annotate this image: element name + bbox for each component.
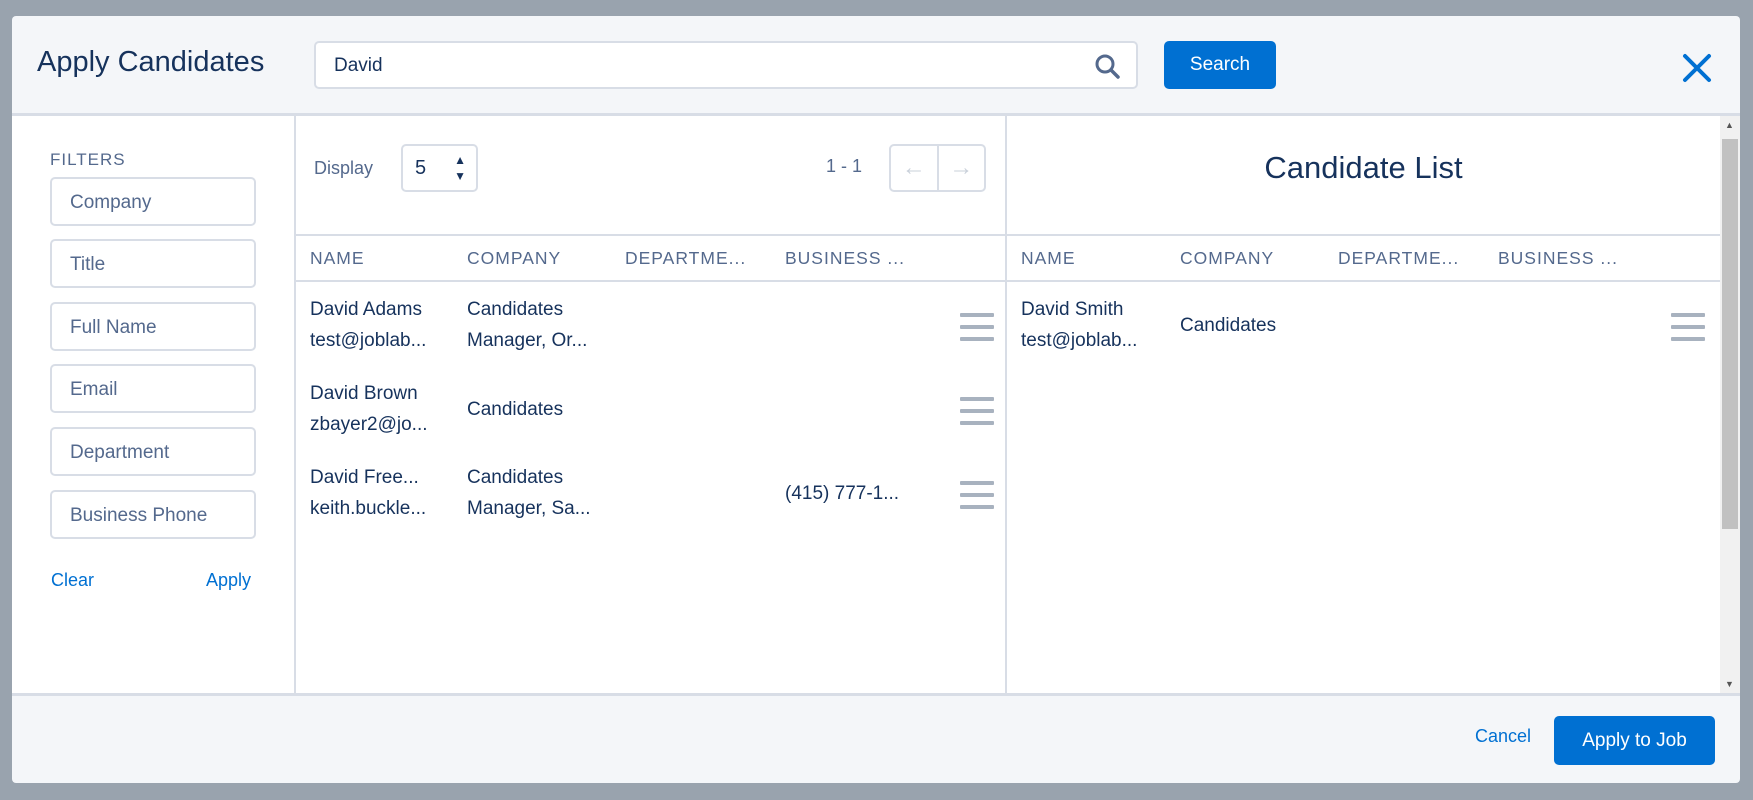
apply-to-job-button[interactable]: Apply to Job [1554, 716, 1715, 765]
candidate-email: zbayer2@jo... [310, 414, 428, 435]
candidate-company: Candidates [1180, 315, 1277, 336]
table-row[interactable]: David Adams test@joblab... Candidates Mana… [296, 284, 1005, 368]
candidate-company: Candidates Manager, Sa... [467, 462, 591, 524]
results-table-header: NAME COMPANY DEPARTME... BUSINESS ... [296, 234, 1005, 282]
search-button[interactable]: Search [1164, 41, 1276, 89]
candidate-name: David Free... [310, 467, 419, 488]
candidate-list-panel: Candidate List NAME COMPANY DEPARTME... … [1007, 116, 1720, 693]
scrollbar-thumb[interactable] [1722, 139, 1738, 529]
column-department[interactable]: DEPARTME... [625, 248, 746, 269]
table-row[interactable]: David Smith test@joblab... Candidates [1007, 284, 1720, 368]
candidate-company: Candidates Manager, Or... [467, 294, 587, 356]
candidate-email: keith.buckle... [310, 498, 427, 519]
previous-page-icon[interactable]: ← [891, 146, 939, 190]
apply-candidates-modal: Apply Candidates David Search FILTERS Co… [12, 16, 1740, 783]
search-value: David [334, 55, 383, 76]
column-business-phone[interactable]: BUSINESS ... [785, 248, 905, 269]
clear-filters-link[interactable]: Clear [51, 570, 94, 591]
search-icon[interactable] [1094, 53, 1120, 79]
title-filter[interactable]: Title [50, 239, 256, 288]
stepper-arrows-icon: ▲ ▼ [454, 153, 466, 183]
scroll-up-icon[interactable]: ▲ [1725, 120, 1734, 130]
next-page-icon[interactable]: → [939, 146, 985, 190]
scroll-down-icon[interactable]: ▼ [1725, 679, 1734, 689]
drag-handle-icon[interactable] [960, 481, 994, 509]
company-filter[interactable]: Company [50, 177, 256, 226]
filters-panel: FILTERS Company Title Full Name Email De… [12, 116, 296, 693]
company-line: Candidates [467, 467, 564, 488]
column-company[interactable]: COMPANY [467, 248, 561, 269]
candidate-name-email: David Smith test@joblab... [1021, 294, 1137, 356]
page-range: 1 - 1 [826, 156, 863, 176]
modal-header: Apply Candidates David Search [12, 16, 1740, 116]
table-row[interactable]: David Free... keith.buckle... Candidates M… [296, 452, 1005, 536]
modal-footer: Cancel Apply to Job [12, 693, 1740, 783]
close-icon[interactable] [1680, 51, 1714, 85]
drag-handle-icon[interactable] [1671, 313, 1705, 341]
candidate-email: test@joblab... [1021, 330, 1138, 351]
column-business-phone[interactable]: BUSINESS ... [1498, 248, 1618, 269]
display-count-value: 5 [415, 157, 427, 179]
title-line: Manager, Or... [467, 330, 588, 351]
candidate-name-email: David Brown zbayer2@jo... [310, 378, 428, 440]
search-input[interactable]: David [314, 41, 1138, 89]
drag-handle-icon[interactable] [960, 313, 994, 341]
column-name[interactable]: NAME [310, 248, 365, 269]
cancel-button[interactable]: Cancel [1475, 726, 1531, 747]
business-phone-filter[interactable]: Business Phone [50, 490, 256, 539]
search-results-panel: Display 5 ▲ ▼ 1 - 1 ← → NAME COMPANY DEPART… [296, 116, 1007, 693]
email-filter[interactable]: Email [50, 364, 256, 413]
candidate-name: David Smith [1021, 299, 1124, 320]
modal-title: Apply Candidates [37, 46, 265, 78]
column-department[interactable]: DEPARTME... [1338, 248, 1459, 269]
display-count-select[interactable]: 5 ▲ ▼ [401, 144, 478, 192]
company-line: Candidates [467, 299, 564, 320]
display-label: Display [314, 158, 374, 178]
pager: ← → [889, 144, 986, 192]
candidate-email: test@joblab... [310, 330, 427, 351]
full-name-filter[interactable]: Full Name [50, 302, 256, 351]
candidate-list-title: Candidate List [1264, 150, 1463, 185]
drag-handle-icon[interactable] [960, 397, 994, 425]
candidate-name: David Adams [310, 299, 422, 320]
apply-filters-link[interactable]: Apply [206, 570, 251, 591]
candidate-company: Candidates [467, 399, 564, 420]
candidate-name-email: David Free... keith.buckle... [310, 462, 426, 524]
modal-body: FILTERS Company Title Full Name Email De… [12, 116, 1720, 693]
department-filter[interactable]: Department [50, 427, 256, 476]
candidate-list-header: NAME COMPANY DEPARTME... BUSINESS ... [1007, 234, 1720, 282]
column-name[interactable]: NAME [1021, 248, 1076, 269]
scrollbar[interactable]: ▲ ▼ [1720, 116, 1740, 693]
column-company[interactable]: COMPANY [1180, 248, 1274, 269]
table-row[interactable]: David Brown zbayer2@jo... Candidates [296, 368, 1005, 452]
title-line: Manager, Sa... [467, 498, 591, 519]
candidate-phone: (415) 777-1... [785, 483, 900, 504]
candidate-name: David Brown [310, 383, 418, 404]
filters-label: FILTERS [50, 150, 126, 169]
candidate-name-email: David Adams test@joblab... [310, 294, 426, 356]
